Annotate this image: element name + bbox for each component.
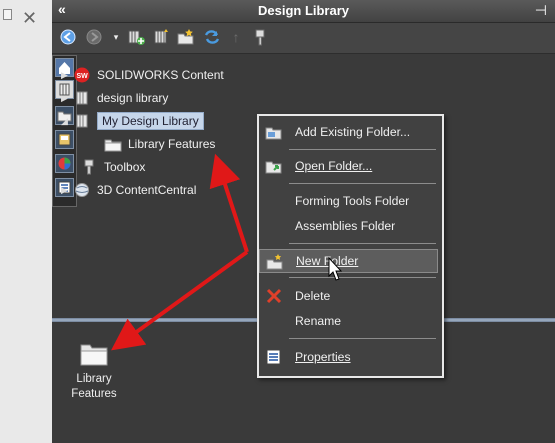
menu-item-label: New Folder bbox=[296, 254, 359, 268]
menu-item-properties[interactable]: Properties bbox=[259, 345, 438, 369]
up-icon[interactable]: ↑ bbox=[226, 27, 246, 47]
tree-item-label: SOLIDWORKS Content bbox=[97, 68, 224, 82]
tree-item-solidworks-content[interactable]: ▶ SW SOLIDWORKS Content bbox=[61, 65, 224, 85]
panel-title: Design Library bbox=[257, 3, 350, 18]
new-folder-icon bbox=[266, 254, 284, 270]
open-folder-icon bbox=[265, 158, 283, 174]
expand-arrow-icon[interactable]: ▶ bbox=[61, 185, 73, 196]
appearances-tab-icon[interactable] bbox=[55, 154, 74, 173]
menu-separator bbox=[289, 277, 436, 278]
add-folder-icon bbox=[265, 124, 283, 140]
solidworks-logo-icon: SW bbox=[73, 67, 91, 83]
delete-icon bbox=[265, 288, 283, 304]
refresh-icon[interactable] bbox=[202, 27, 222, 47]
toolbox-icon[interactable] bbox=[250, 27, 270, 47]
context-menu: Add Existing Folder... Open Folder... Fo… bbox=[257, 114, 444, 378]
menu-item-forming-tools-folder[interactable]: Forming Tools Folder bbox=[259, 189, 438, 213]
menu-item-assemblies-folder[interactable]: Assemblies Folder bbox=[259, 214, 438, 238]
library-books-icon bbox=[73, 90, 91, 106]
tree-item-label: My Design Library bbox=[97, 112, 204, 130]
tree-item-label: design library bbox=[97, 91, 169, 105]
title-bar: « Design Library ⊣ bbox=[52, 0, 555, 23]
folder-icon bbox=[80, 342, 108, 366]
add-file-location-icon[interactable] bbox=[152, 27, 172, 47]
left-edge-strip: ✕ bbox=[0, 0, 52, 443]
menu-item-label: Add Existing Folder... bbox=[295, 125, 411, 139]
menu-separator bbox=[289, 243, 436, 244]
tree-item-label: Library Features bbox=[128, 137, 216, 151]
back-icon[interactable] bbox=[58, 27, 78, 47]
folder-label-line2: Features bbox=[71, 388, 117, 400]
menu-item-label: Rename bbox=[295, 314, 342, 328]
view-palette-tab-icon[interactable] bbox=[55, 130, 74, 149]
menu-item-label: Open Folder... bbox=[295, 159, 373, 173]
add-to-library-icon[interactable] bbox=[126, 27, 146, 47]
expand-arrow-icon[interactable]: ▶ bbox=[61, 93, 73, 104]
tree-item-label: Toolbox bbox=[104, 160, 146, 174]
forward-icon[interactable] bbox=[84, 27, 104, 47]
pin-icon[interactable] bbox=[3, 9, 12, 20]
library-books-icon bbox=[73, 113, 91, 129]
toolbar: ▾ ↑ bbox=[52, 23, 555, 54]
menu-item-add-existing-folder[interactable]: Add Existing Folder... bbox=[259, 120, 438, 144]
folder-icon bbox=[104, 136, 122, 152]
tree-item-label: 3D ContentCentral bbox=[97, 183, 197, 197]
menu-item-new-folder[interactable]: New Folder bbox=[259, 249, 438, 273]
menu-item-label: Forming Tools Folder bbox=[295, 194, 410, 208]
close-icon[interactable]: ✕ bbox=[22, 8, 37, 29]
tree-item-toolbox[interactable]: Toolbox bbox=[80, 157, 145, 177]
history-dropdown-icon[interactable]: ▾ bbox=[106, 27, 126, 47]
globe-icon bbox=[73, 182, 91, 198]
collapse-arrow-icon[interactable]: ◢ bbox=[61, 116, 73, 127]
menu-item-label: Properties bbox=[295, 350, 351, 364]
tree-item-my-design-library[interactable]: ◢ My Design Library bbox=[61, 111, 204, 131]
menu-separator bbox=[289, 149, 436, 150]
menu-item-delete[interactable]: Delete bbox=[259, 284, 438, 308]
menu-item-label: Assemblies Folder bbox=[295, 219, 396, 233]
menu-item-rename[interactable]: Rename bbox=[259, 309, 438, 333]
expand-arrow-icon[interactable]: ▶ bbox=[61, 70, 73, 81]
pin-icon[interactable]: ⊣ bbox=[535, 2, 547, 19]
toolbox-icon bbox=[80, 159, 98, 175]
new-folder-icon[interactable] bbox=[176, 27, 196, 47]
tree-item-3d-contentcentral[interactable]: ▶ 3D ContentCentral bbox=[61, 180, 196, 200]
library-features-folder-item[interactable]: Library Features bbox=[66, 342, 122, 402]
menu-separator bbox=[289, 183, 436, 184]
menu-separator bbox=[289, 338, 436, 339]
tree-item-design-library[interactable]: ▶ design library bbox=[61, 88, 168, 108]
menu-item-open-folder[interactable]: Open Folder... bbox=[259, 154, 438, 178]
folder-label-line1: Library bbox=[76, 373, 112, 385]
tree-item-library-features[interactable]: Library Features bbox=[104, 134, 215, 154]
svg-text:SW: SW bbox=[77, 73, 89, 80]
properties-icon bbox=[265, 349, 283, 365]
menu-item-label: Delete bbox=[295, 289, 331, 303]
